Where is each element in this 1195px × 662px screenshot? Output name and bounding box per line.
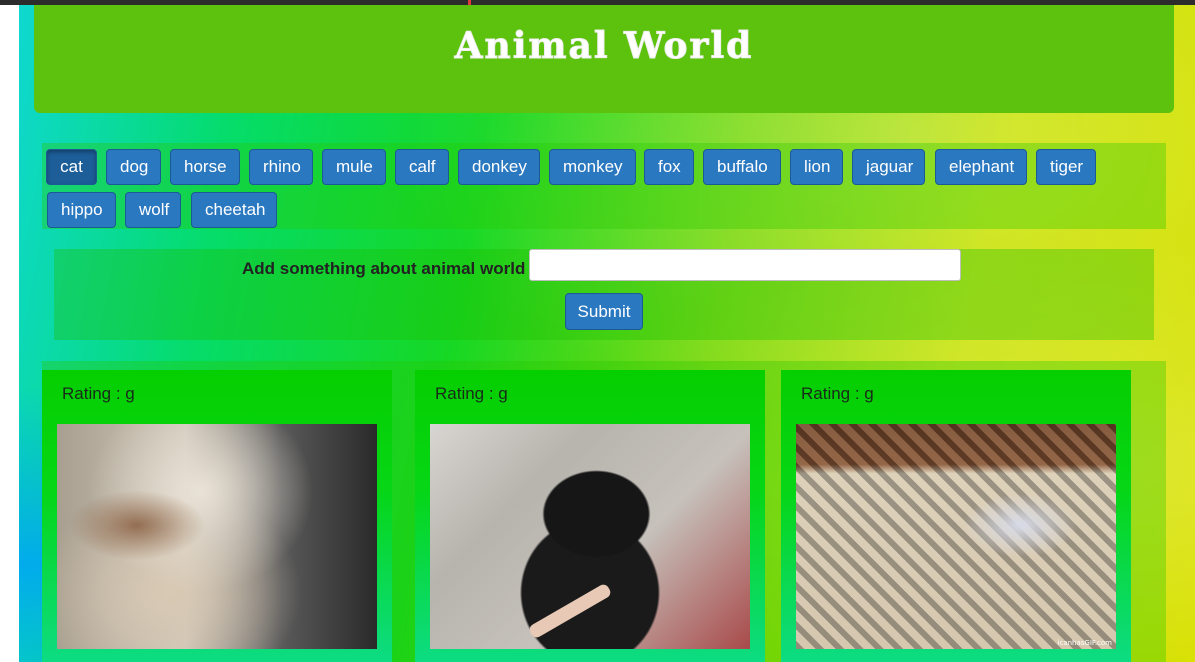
submit-button[interactable]: Submit	[565, 293, 643, 330]
animal-button-buffalo[interactable]: buffalo	[703, 149, 781, 185]
animal-button-jaguar[interactable]: jaguar	[852, 149, 925, 185]
animal-button-tiger[interactable]: tiger	[1036, 149, 1096, 185]
animal-button-hippo[interactable]: hippo	[47, 192, 116, 228]
animal-button-mule[interactable]: mule	[322, 149, 386, 185]
gif-results-panel: Rating : g Rating : g Rating : g icanhas…	[42, 361, 1166, 662]
animal-button-rhino[interactable]: rhino	[249, 149, 313, 185]
gif-rating: Rating : g	[62, 384, 135, 403]
animal-button-donkey[interactable]: donkey	[458, 149, 540, 185]
add-fact-input[interactable]	[529, 249, 961, 281]
animal-button-calf[interactable]: calf	[395, 149, 449, 185]
add-fact-label: Add something about animal world	[242, 259, 526, 278]
animal-button-elephant[interactable]: elephant	[935, 149, 1027, 185]
header-banner: Animal World	[34, 5, 1174, 113]
animal-button-lion[interactable]: lion	[790, 149, 843, 185]
add-fact-form: Add something about animal world Submit	[54, 249, 1154, 340]
animal-button-monkey[interactable]: monkey	[549, 149, 636, 185]
animal-button-cat[interactable]: cat	[46, 149, 97, 185]
animal-button-dog[interactable]: dog	[106, 149, 161, 185]
cat-gif-image[interactable]	[430, 424, 750, 649]
animal-button-horse[interactable]: horse	[170, 149, 240, 185]
page-background: Animal World cat dog horse rhino mule ca…	[19, 5, 1195, 662]
gif-watermark: icanhasGIF.com	[1057, 639, 1112, 647]
cat-gif-image[interactable]: icanhasGIF.com	[796, 424, 1116, 649]
gif-rating: Rating : g	[435, 384, 508, 403]
gif-card: Rating : g	[42, 370, 392, 662]
animal-button-cheetah[interactable]: cheetah	[191, 192, 277, 228]
animal-button-fox[interactable]: fox	[644, 149, 694, 185]
cat-gif-image[interactable]	[57, 424, 377, 649]
page-title: Animal World	[454, 25, 754, 68]
gif-card: Rating : g	[415, 370, 765, 662]
animal-button-wolf[interactable]: wolf	[125, 192, 181, 228]
animal-buttons-panel: cat dog horse rhino mule calf donkey mon…	[42, 143, 1166, 229]
gif-card: Rating : g icanhasGIF.com	[781, 370, 1131, 662]
gif-rating: Rating : g	[801, 384, 874, 403]
